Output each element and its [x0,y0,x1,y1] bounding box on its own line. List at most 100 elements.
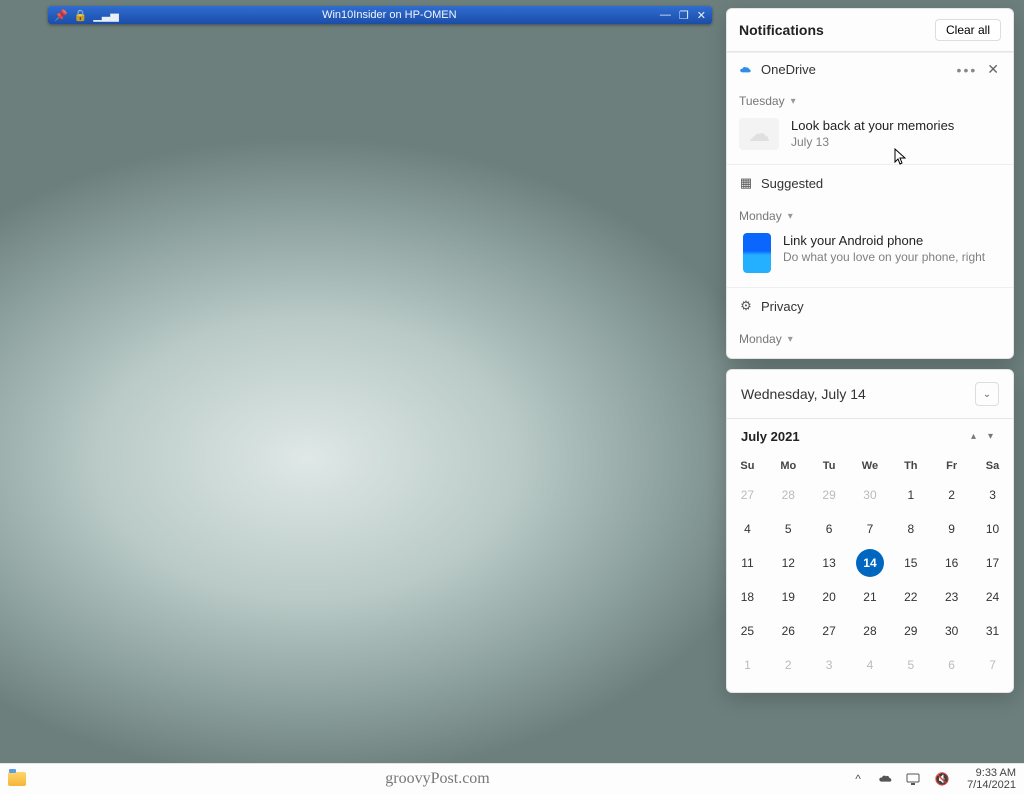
calendar-dow: We [850,454,891,478]
file-explorer-icon[interactable] [8,772,26,786]
calendar-day[interactable]: 12 [768,546,809,580]
notification-subtitle: July 13 [791,135,954,149]
calendar-dow: Su [727,454,768,478]
calendar-day[interactable]: 30 [931,614,972,648]
restore-icon[interactable]: ❐ [679,9,689,22]
remote-session-title: Win10Insider on HP-OMEN [119,9,660,21]
calendar-day[interactable]: 2 [931,478,972,512]
notification-item[interactable]: ☁ Look back at your memories July 13 [727,112,1013,164]
calendar-day[interactable]: 22 [890,580,931,614]
calendar-day[interactable]: 3 [972,478,1013,512]
cursor-icon [894,148,906,166]
notification-day-label[interactable]: Monday ▾ [727,201,1013,227]
watermark-text: groovyPost.com [26,770,849,788]
calendar-day[interactable]: 29 [890,614,931,648]
suggested-section-header[interactable]: ▦ Suggested [727,164,1013,201]
calendar-day[interactable]: 1 [727,648,768,682]
volume-muted-icon[interactable]: 🔇 [933,770,951,788]
calendar-day[interactable]: 11 [727,546,768,580]
chevron-down-icon: ▾ [788,334,793,345]
calendar-dow: Fr [931,454,972,478]
calendar-day[interactable]: 4 [727,512,768,546]
calendar-day[interactable]: 29 [809,478,850,512]
minimize-icon[interactable]: — [660,9,671,22]
calendar-day[interactable]: 18 [727,580,768,614]
calendar-panel: Wednesday, July 14 ⌄ July 2021 ▴ ▾ SuMoT… [726,369,1014,693]
tray-overflow-icon[interactable]: ^ [849,770,867,788]
notification-subtitle: Do what you love on your phone, right [783,250,985,264]
taskbar[interactable]: groovyPost.com ^ 🔇 9:33 AM 7/14/2021 [0,763,1024,794]
calendar-day[interactable]: 5 [768,512,809,546]
notification-group-header[interactable]: OneDrive ••• ✕ [727,52,1013,86]
gear-icon: ⚙ [739,298,753,314]
calendar-day[interactable]: 6 [809,512,850,546]
clear-all-button[interactable]: Clear all [935,19,1001,41]
calendar-day[interactable]: 14 [850,546,891,580]
grid-icon: ▦ [739,175,753,191]
calendar-day[interactable]: 17 [972,546,1013,580]
calendar-day[interactable]: 27 [727,478,768,512]
calendar-day[interactable]: 2 [768,648,809,682]
calendar-next-button[interactable]: ▾ [982,427,999,446]
calendar-prev-button[interactable]: ▴ [965,427,982,446]
calendar-day[interactable]: 5 [890,648,931,682]
notification-day-label[interactable]: Monday ▾ [727,324,1013,358]
notification-title: Look back at your memories [791,118,954,133]
calendar-day[interactable]: 19 [768,580,809,614]
notification-app-name: OneDrive [761,62,949,77]
calendar-full-date: Wednesday, July 14 [741,386,866,402]
calendar-day[interactable]: 15 [890,546,931,580]
calendar-day[interactable]: 20 [809,580,850,614]
calendar-day[interactable]: 31 [972,614,1013,648]
calendar-day[interactable]: 6 [931,648,972,682]
calendar-day[interactable]: 13 [809,546,850,580]
calendar-day[interactable]: 9 [931,512,972,546]
cloud-icon: ☁ [739,118,779,150]
chevron-down-icon: ▾ [791,96,796,107]
calendar-day[interactable]: 27 [809,614,850,648]
lock-icon: 🔒 [74,9,88,22]
taskbar-time: 9:33 AM [967,767,1016,779]
calendar-day[interactable]: 25 [727,614,768,648]
notification-title: Link your Android phone [783,233,985,248]
notifications-panel: Notifications Clear all OneDrive ••• ✕ T… [726,8,1014,359]
calendar-day[interactable]: 10 [972,512,1013,546]
chevron-down-icon: ▾ [788,211,793,222]
more-icon[interactable]: ••• [957,62,978,78]
privacy-section-header[interactable]: ⚙ Privacy [727,287,1013,324]
calendar-day[interactable]: 23 [931,580,972,614]
onedrive-tray-icon[interactable] [877,770,895,788]
calendar-dow: Tu [809,454,850,478]
calendar-day[interactable]: 1 [890,478,931,512]
calendar-day[interactable]: 16 [931,546,972,580]
dismiss-group-button[interactable]: ✕ [985,61,1001,78]
calendar-day[interactable]: 3 [809,648,850,682]
calendar-day[interactable]: 8 [890,512,931,546]
calendar-dow: Th [890,454,931,478]
notifications-heading: Notifications [739,22,824,38]
calendar-grid: SuMoTuWeThFrSa 2728293012345678910111213… [727,454,1013,682]
calendar-day[interactable]: 24 [972,580,1013,614]
taskbar-date: 7/14/2021 [967,779,1016,791]
calendar-day[interactable]: 4 [850,648,891,682]
close-icon[interactable]: ✕ [697,9,706,22]
system-tray[interactable]: ^ 🔇 9:33 AM 7/14/2021 [849,767,1016,791]
notification-item[interactable]: Link your Android phone Do what you love… [727,227,1013,287]
calendar-day[interactable]: 28 [768,478,809,512]
calendar-day[interactable]: 7 [972,648,1013,682]
pin-icon[interactable]: 📌 [54,9,68,22]
calendar-day[interactable]: 21 [850,580,891,614]
calendar-day[interactable]: 7 [850,512,891,546]
calendar-day[interactable]: 26 [768,614,809,648]
phone-icon [743,233,771,273]
calendar-dow: Sa [972,454,1013,478]
calendar-day[interactable]: 28 [850,614,891,648]
calendar-dow: Mo [768,454,809,478]
calendar-month-label[interactable]: July 2021 [741,429,965,444]
collapse-calendar-button[interactable]: ⌄ [975,382,999,406]
notification-day-label[interactable]: Tuesday ▾ [727,86,1013,112]
calendar-day[interactable]: 30 [850,478,891,512]
taskbar-clock[interactable]: 9:33 AM 7/14/2021 [961,767,1016,791]
remote-session-titlebar[interactable]: 📌 🔒 ▁▃▅ Win10Insider on HP-OMEN — ❐ ✕ [48,6,712,24]
network-tray-icon[interactable] [905,770,923,788]
